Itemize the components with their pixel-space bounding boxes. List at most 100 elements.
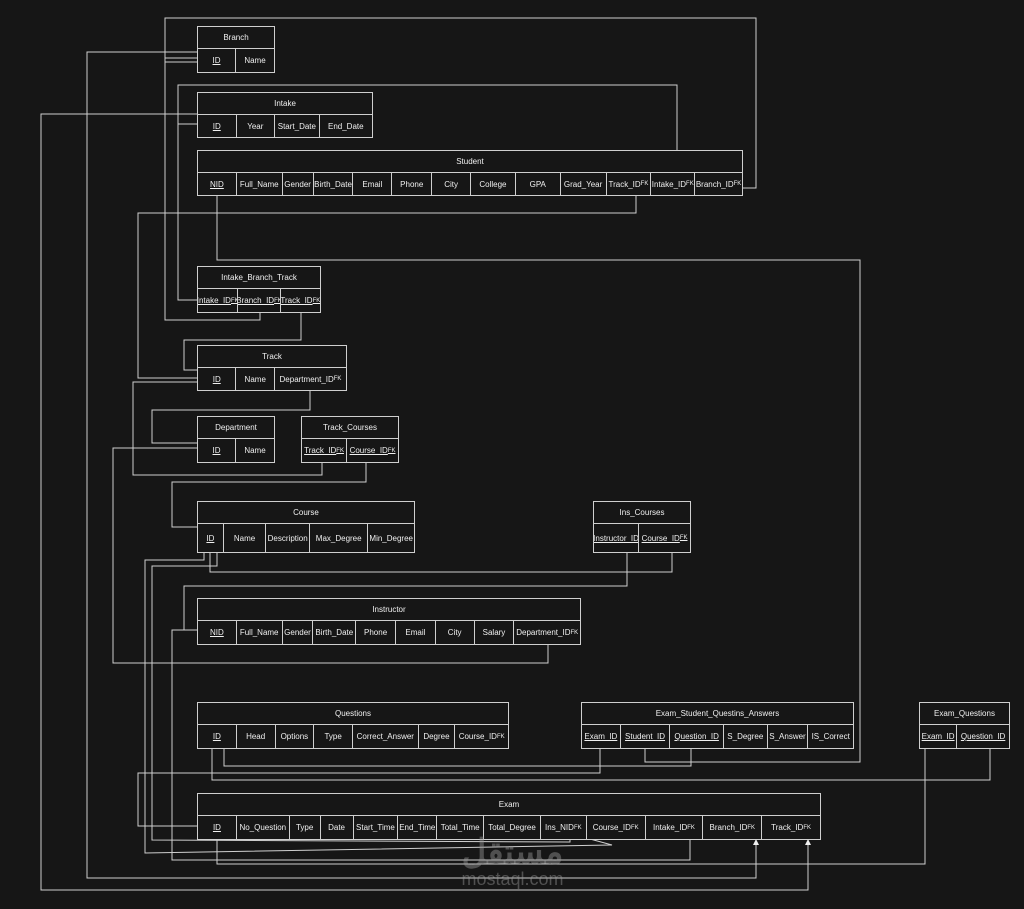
field-course-id[interactable]: Course_ID FK — [587, 816, 646, 839]
field-id[interactable]: ID — [198, 725, 237, 748]
field-year[interactable]: Year — [237, 115, 276, 137]
field-min-degree[interactable]: Min_Degree — [368, 524, 414, 552]
field-is-correct[interactable]: IS_Correct — [808, 725, 853, 748]
field-college[interactable]: College — [471, 173, 516, 195]
field-full-name[interactable]: Full_Name — [237, 621, 283, 644]
field-name[interactable]: Name — [236, 368, 275, 390]
field-max-degree[interactable]: Max_Degree — [310, 524, 369, 552]
field-salary[interactable]: Salary — [475, 621, 515, 644]
field-label: Gender — [284, 628, 311, 637]
entity-track-courses[interactable]: Track_Courses Track_ID FK Course_ID FK — [301, 416, 399, 463]
field-question-id[interactable]: Question_ID — [957, 725, 1009, 748]
field-birth-date[interactable]: Birth_Date — [313, 621, 357, 644]
field-exam-id[interactable]: Exam_ID — [582, 725, 621, 748]
field-intake-id[interactable]: Intake_ID FK — [646, 816, 704, 839]
field-track-id[interactable]: Track_ID FK — [281, 289, 320, 312]
field-track-id[interactable]: Track_ID FK — [607, 173, 652, 195]
field-date[interactable]: Date — [321, 816, 354, 839]
field-id[interactable]: ID — [198, 49, 237, 72]
field-type[interactable]: Type — [290, 816, 321, 839]
field-label: Intake_ID — [198, 296, 231, 305]
field-label: ID — [212, 56, 221, 65]
field-name[interactable]: Name — [236, 49, 274, 72]
field-exam-id[interactable]: Exam_ID — [920, 725, 958, 748]
field-course-id[interactable]: Course_ID FK — [639, 524, 690, 552]
fk-marker: FK — [747, 824, 756, 831]
field-gender[interactable]: Gender — [283, 173, 314, 195]
entity-esqa[interactable]: Exam_Student_Questins_Answers Exam_ID Stud… — [581, 702, 854, 749]
field-gender[interactable]: Gender — [283, 621, 314, 644]
field-intake-id[interactable]: Intake_ID FK — [651, 173, 696, 195]
field-birth-date[interactable]: Birth_Date — [314, 173, 354, 195]
field-name[interactable]: Name — [236, 439, 274, 462]
field-instructor-id[interactable]: Instructor_ID — [594, 524, 640, 552]
field-phone[interactable]: Phone — [356, 621, 396, 644]
field-id[interactable]: ID — [198, 368, 237, 390]
field-degree[interactable]: Degree — [419, 725, 456, 748]
field-label: Name — [244, 56, 266, 65]
field-correct-answer[interactable]: Correct_Answer — [353, 725, 419, 748]
field-email[interactable]: Email — [396, 621, 436, 644]
link-questions-esqa — [223, 748, 692, 767]
field-question-id[interactable]: Question_ID — [670, 725, 724, 748]
field-branch-id[interactable]: Branch_IDFK — [703, 816, 763, 839]
link-intake-exam — [40, 113, 809, 891]
entity-questions[interactable]: Questions ID Head Options Type Correct_Answer… — [197, 702, 509, 749]
field-full-name[interactable]: Full_Name — [237, 173, 283, 195]
entity-instructor[interactable]: Instructor NID Full_Name Gender Birth_Date Ph… — [197, 598, 581, 645]
field-s-answer[interactable]: S_Answer — [768, 725, 809, 748]
field-name[interactable]: Name — [224, 524, 267, 552]
field-end-time[interactable]: End_Time — [398, 816, 438, 839]
field-label: Student_ID — [625, 732, 666, 741]
field-gpa[interactable]: GPA — [516, 173, 561, 195]
field-grad-year[interactable]: Grad_Year — [561, 173, 607, 195]
entity-department[interactable]: Department ID Name — [197, 416, 275, 463]
field-label: Track_ID — [304, 446, 337, 455]
field-label: Head — [246, 732, 266, 741]
field-s-degree[interactable]: S_Degree — [724, 725, 768, 748]
field-branch-id[interactable]: Branch_IDFK — [695, 173, 742, 195]
field-id[interactable]: ID — [198, 439, 237, 462]
field-intake-id[interactable]: Intake_ID FK — [198, 289, 239, 312]
field-label: Total_Degree — [488, 823, 536, 832]
entity-intake[interactable]: Intake ID Year Start_Date End_Date — [197, 92, 373, 138]
field-course-id[interactable]: Course_ID FK — [455, 725, 508, 748]
entity-title: Student — [198, 151, 742, 173]
field-no-question[interactable]: No_Question — [237, 816, 290, 839]
entity-title: Intake — [198, 93, 372, 115]
entity-branch[interactable]: Branch ID Name — [197, 26, 275, 73]
fk-marker: FK — [573, 824, 582, 831]
field-start-time[interactable]: Start_Time — [354, 816, 399, 839]
field-id[interactable]: ID — [198, 816, 237, 839]
field-id[interactable]: ID — [198, 524, 224, 552]
entity-student[interactable]: Student NID Full_Name Gender Birth_Date Email… — [197, 150, 743, 196]
field-city[interactable]: City — [436, 621, 475, 644]
field-student-id[interactable]: Student_ID — [621, 725, 671, 748]
field-department-id[interactable]: Department_ID FK — [514, 621, 580, 644]
field-options[interactable]: Options — [276, 725, 315, 748]
entity-exam-questions[interactable]: Exam_Questions Exam_ID Question_ID — [919, 702, 1010, 749]
field-end-date[interactable]: End_Date — [320, 115, 372, 137]
entity-track[interactable]: Track ID Name Department_ID FK — [197, 345, 347, 391]
watermark-logo: مستقل — [461, 833, 564, 871]
field-course-id[interactable]: Course_ID FK — [347, 439, 398, 462]
field-branch-id[interactable]: Branch_IDFK — [238, 289, 281, 312]
field-nid[interactable]: NID — [198, 173, 237, 195]
field-phone[interactable]: Phone — [392, 173, 433, 195]
entity-intake-branch-track[interactable]: Intake_Branch_Track Intake_ID FK Branch_ID F… — [197, 266, 321, 313]
field-head[interactable]: Head — [237, 725, 276, 748]
field-id[interactable]: ID — [198, 115, 237, 137]
link-questions-examquestions — [211, 748, 991, 781]
field-nid[interactable]: NID — [198, 621, 237, 644]
entity-ins-courses[interactable]: Ins_Courses Instructor_ID Course_ID FK — [593, 501, 691, 553]
field-label: S_Degree — [727, 732, 764, 741]
field-start-date[interactable]: Start_Date — [275, 115, 320, 137]
entity-course[interactable]: Course ID Name Description Max_Degree Min_Deg… — [197, 501, 415, 553]
field-type[interactable]: Type — [314, 725, 353, 748]
field-city[interactable]: City — [432, 173, 472, 195]
field-track-id[interactable]: Track_ID FK — [302, 439, 348, 462]
field-description[interactable]: Description — [266, 524, 310, 552]
field-department-id[interactable]: Department_ID FK — [275, 368, 346, 390]
field-track-id[interactable]: Track_ID FK — [762, 816, 820, 839]
field-email[interactable]: Email — [353, 173, 393, 195]
